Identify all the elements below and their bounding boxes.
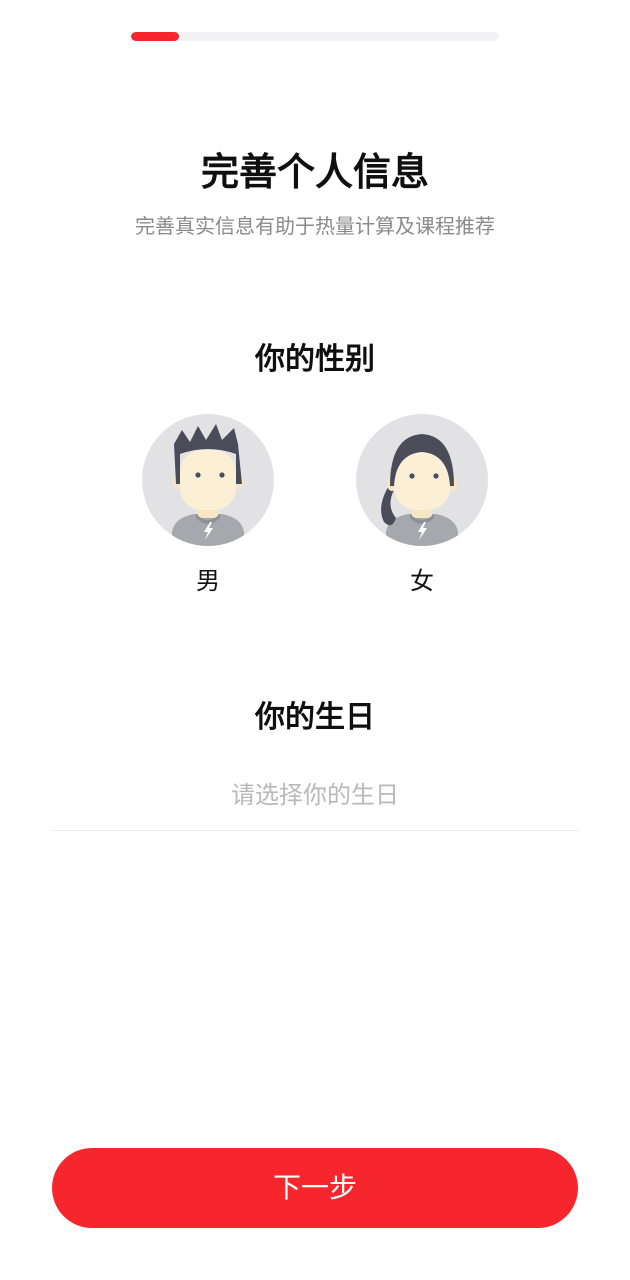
gender-option-female[interactable]: 女: [356, 414, 488, 604]
male-avatar-icon[interactable]: [142, 414, 274, 546]
birthday-placeholder: 请选择你的生日: [231, 781, 399, 809]
gender-label-male: 男: [196, 567, 220, 595]
progress-bar: [131, 32, 499, 41]
female-avatar-icon[interactable]: [356, 414, 488, 546]
page-subtitle: 完善真实信息有助于热量计算及课程推荐: [135, 214, 495, 238]
next-step-button[interactable]: 下一步: [52, 1148, 578, 1228]
gender-label-female: 女: [410, 567, 434, 595]
gender-option-male[interactable]: 男: [142, 414, 274, 604]
page-title: 完善个人信息: [200, 150, 429, 194]
progress-bar-fill: [131, 32, 179, 41]
birthday-section-title: 你的生日: [255, 700, 375, 735]
gender-section-title: 你的性别: [255, 342, 375, 377]
birthday-picker-field[interactable]: 请选择你的生日: [52, 770, 578, 831]
